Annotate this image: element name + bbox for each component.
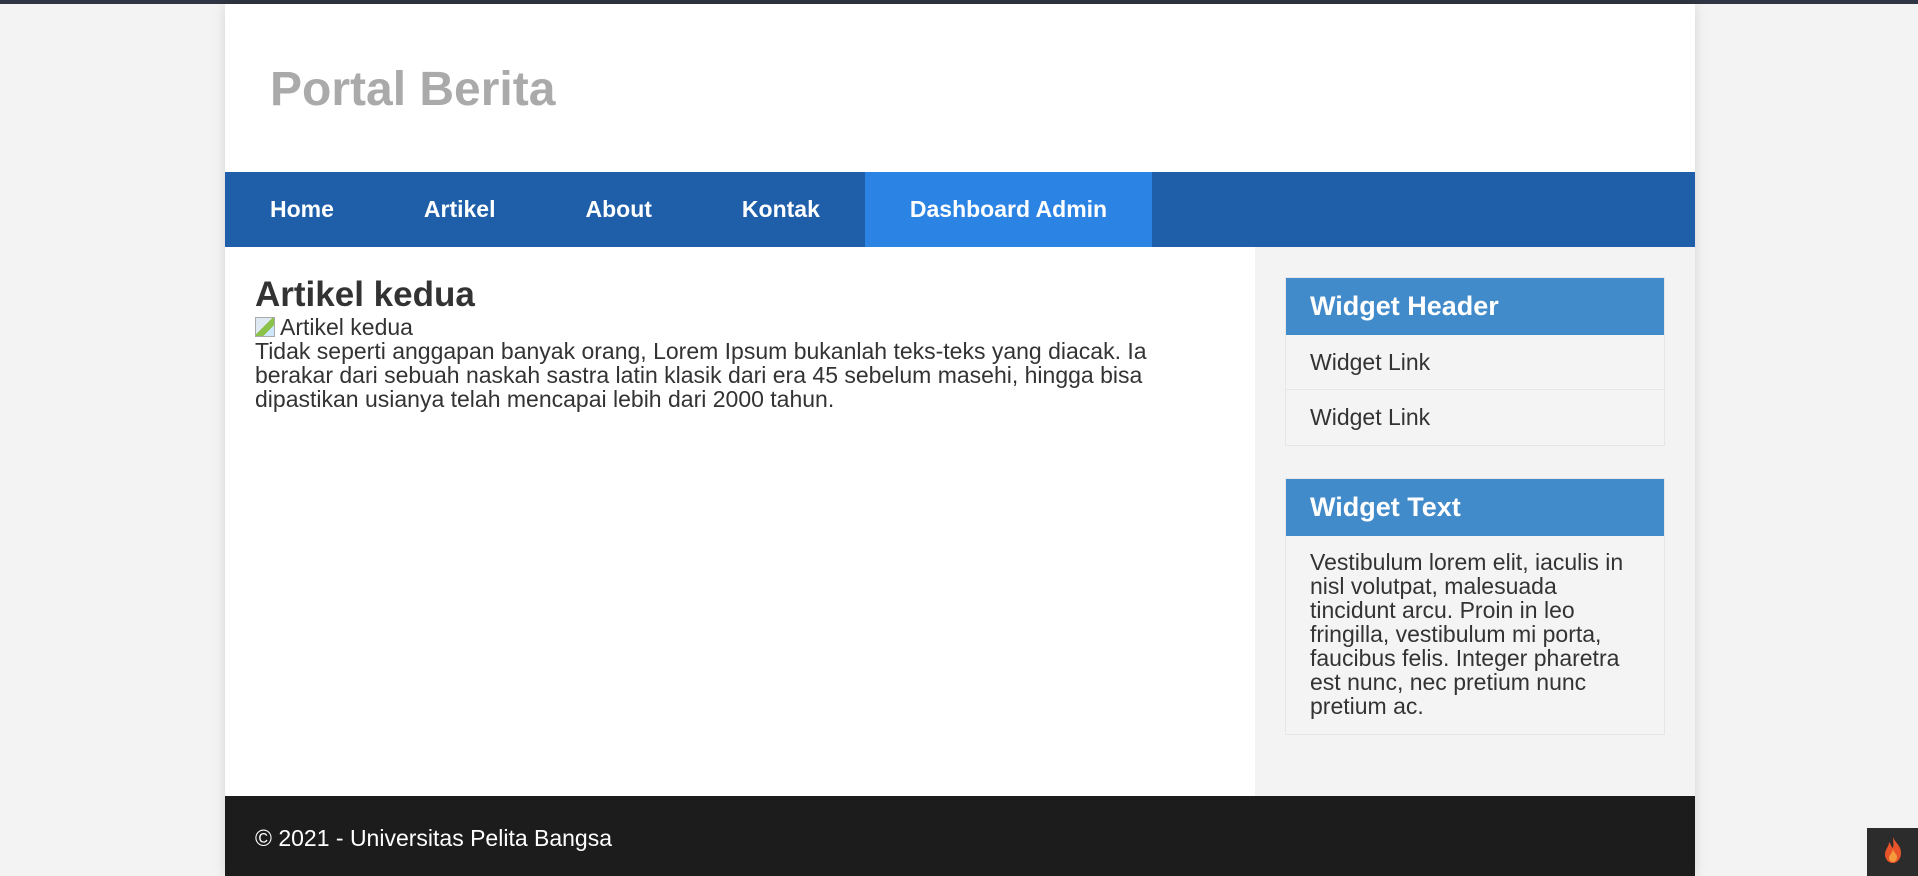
site-footer: © 2021 - Universitas Pelita Bangsa	[225, 796, 1695, 876]
flame-icon	[1881, 836, 1905, 869]
site-header: Portal Berita	[225, 4, 1695, 172]
nav-item-dashboard-admin[interactable]: Dashboard Admin	[864, 172, 1153, 247]
article-title: Artikel kedua	[255, 275, 475, 314]
corner-button[interactable]	[1867, 828, 1918, 876]
main-content: Artikel kedua Artikel kedua Tidak sepert…	[225, 247, 1255, 796]
broken-image-icon	[255, 317, 275, 337]
widget-link[interactable]: Widget Link	[1286, 390, 1664, 445]
page-container: Portal Berita Home Artikel About Kontak …	[225, 4, 1695, 876]
article-image-alt: Artikel kedua	[280, 314, 413, 340]
nav-item-about[interactable]: About	[541, 172, 697, 247]
footer-text: © 2021 - Universitas Pelita Bangsa	[255, 825, 613, 851]
widget-link[interactable]: Widget Link	[1286, 335, 1664, 390]
content-row: Artikel kedua Artikel kedua Tidak sepert…	[225, 247, 1695, 796]
site-title: Portal Berita	[270, 63, 556, 116]
nav-item-home[interactable]: Home	[225, 172, 379, 247]
nav-item-artikel[interactable]: Artikel	[379, 172, 541, 247]
nav-item-kontak[interactable]: Kontak	[697, 172, 865, 247]
article-image: Artikel kedua	[255, 315, 1225, 339]
widget-text-header: Widget Text	[1286, 479, 1664, 536]
sidebar: Widget Header Widget Link Widget Link Wi…	[1255, 247, 1695, 796]
widget-text: Widget Text Vestibulum lorem elit, iacul…	[1285, 478, 1665, 735]
widget-links: Widget Header Widget Link Widget Link	[1285, 277, 1665, 446]
article-body: Tidak seperti anggapan banyak orang, Lor…	[255, 338, 1147, 412]
widget-header: Widget Header	[1286, 278, 1664, 335]
main-nav: Home Artikel About Kontak Dashboard Admi…	[225, 172, 1695, 247]
widget-text-body: Vestibulum lorem elit, iaculis in nisl v…	[1310, 549, 1624, 719]
